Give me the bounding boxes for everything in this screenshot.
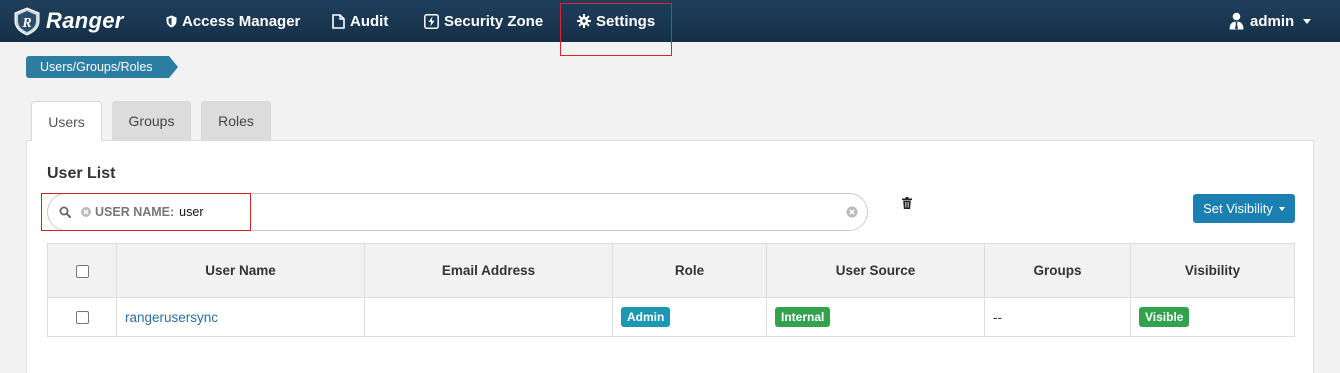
row-checkbox[interactable] <box>75 311 89 325</box>
table-header-row: User Name Email Address Role User Source… <box>47 243 1295 298</box>
breadcrumb-item[interactable]: Users/Groups/Roles <box>26 56 178 78</box>
facet-value[interactable]: user <box>179 205 203 219</box>
svg-text:R: R <box>21 16 31 31</box>
cell-user-name: rangerusersync <box>116 297 365 337</box>
clear-search-icon[interactable] <box>846 206 858 218</box>
nav-audit-label: Audit <box>350 12 389 30</box>
gear-icon <box>577 14 591 28</box>
nav-settings-label: Settings <box>596 12 656 30</box>
nav-access-manager-label: Access Manager <box>182 12 301 30</box>
chevron-down-icon <box>1303 18 1312 24</box>
brand[interactable]: R Ranger <box>12 4 124 38</box>
facet-key: USER NAME: <box>95 205 175 219</box>
nav-security-zone[interactable]: Security Zone <box>424 0 543 42</box>
brand-name: Ranger <box>46 8 124 33</box>
user-icon <box>1229 12 1244 30</box>
search-facet[interactable]: USER NAME: user <box>81 205 204 219</box>
facet-remove-icon[interactable] <box>81 207 91 217</box>
select-all-cell <box>47 243 117 298</box>
cell-email <box>364 297 613 337</box>
user-name: admin <box>1250 12 1295 30</box>
col-email-address[interactable]: Email Address <box>364 243 613 298</box>
cell-role: Admin <box>612 297 767 337</box>
panel-title: User List <box>47 165 116 182</box>
chevron-down-icon <box>1278 206 1285 211</box>
cell-user-source: Internal <box>766 297 985 337</box>
trash-icon[interactable] <box>902 197 912 209</box>
col-user-source[interactable]: User Source <box>766 243 985 298</box>
nav-audit[interactable]: Audit <box>332 0 388 42</box>
col-role[interactable]: Role <box>612 243 767 298</box>
col-visibility[interactable]: Visibility <box>1130 243 1295 298</box>
shield-icon <box>166 15 177 28</box>
search-input[interactable]: USER NAME: user <box>47 193 868 231</box>
breadcrumb: Users/Groups/Roles <box>26 56 178 78</box>
col-user-name[interactable]: User Name <box>116 243 365 298</box>
user-list-panel: User List USER NAME: user Set Visibility <box>26 140 1314 373</box>
cell-groups: -- <box>984 297 1131 337</box>
role-badge: Admin <box>621 307 671 327</box>
bolt-icon <box>424 13 439 29</box>
ranger-logo-icon: R <box>12 6 42 36</box>
cell-visibility: Visible <box>1130 297 1295 337</box>
nav-settings[interactable]: Settings <box>577 0 655 42</box>
visibility-badge: Visible <box>1139 307 1190 327</box>
row-select-cell <box>47 297 117 337</box>
nav-access-manager[interactable]: Access Manager <box>166 0 300 42</box>
set-visibility-button[interactable]: Set Visibility <box>1193 194 1295 223</box>
tab-roles[interactable]: Roles <box>201 101 271 140</box>
table-row: rangerusersync Admin Internal -- Visible <box>47 297 1295 337</box>
col-groups[interactable]: Groups <box>984 243 1131 298</box>
file-icon <box>332 13 345 29</box>
users-table: User Name Email Address Role User Source… <box>47 243 1295 337</box>
search-icon <box>59 206 71 218</box>
user-menu[interactable]: admin <box>1229 0 1312 42</box>
top-navbar: R Ranger Access Manager Audit Security Z… <box>0 0 1340 56</box>
select-all-checkbox[interactable] <box>75 264 89 278</box>
tab-users[interactable]: Users <box>31 101 102 141</box>
tab-groups[interactable]: Groups <box>112 101 191 140</box>
set-visibility-label: Set Visibility <box>1203 201 1273 216</box>
source-badge: Internal <box>775 307 831 327</box>
user-name-link[interactable]: rangerusersync <box>125 310 218 325</box>
nav-security-zone-label: Security Zone <box>444 12 544 30</box>
